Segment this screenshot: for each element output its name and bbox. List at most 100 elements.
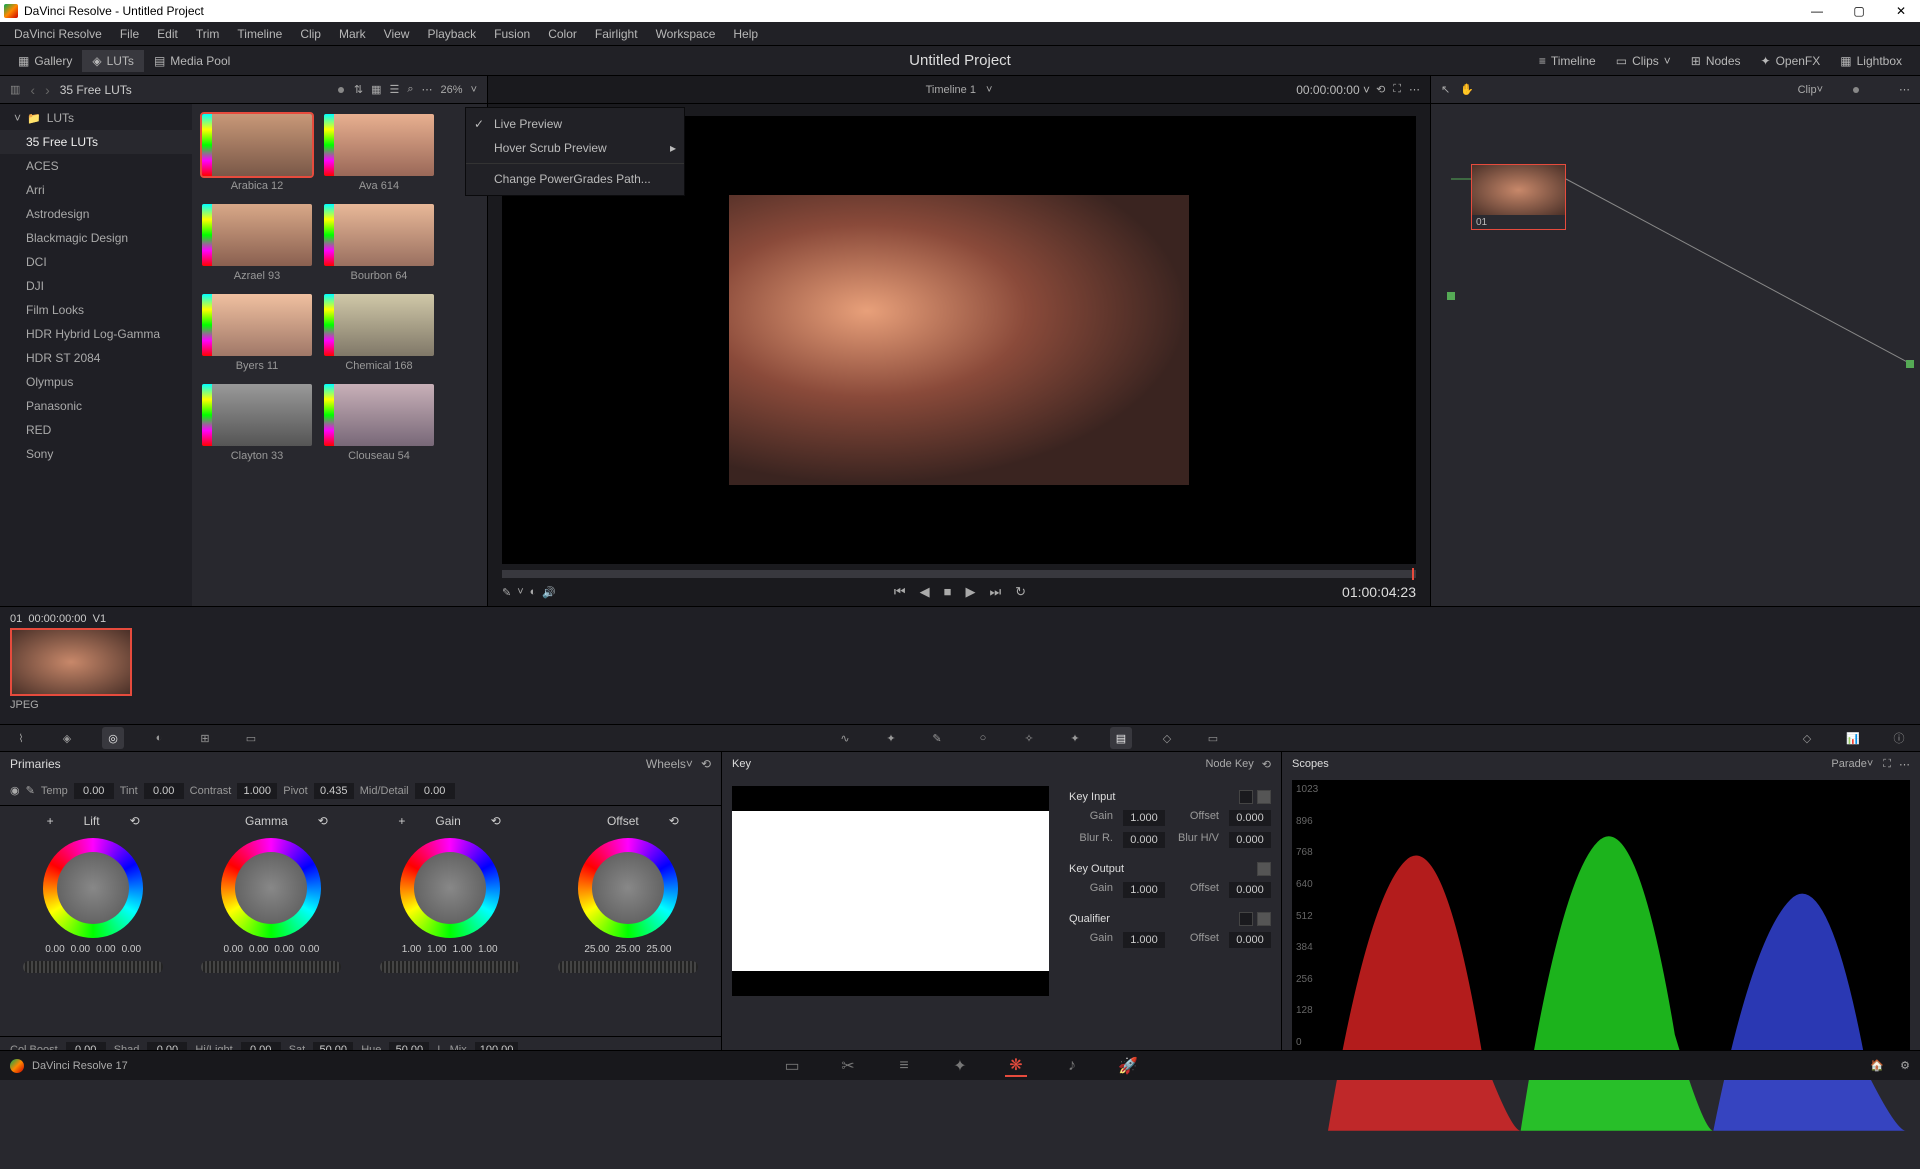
menu-timeline[interactable]: Timeline <box>229 24 290 44</box>
stop-button[interactable]: ■ <box>944 584 952 600</box>
chevron-down-icon[interactable]: ˅ <box>1867 758 1873 770</box>
lut-thumb[interactable] <box>324 114 434 176</box>
qualifier-offset[interactable]: 0.000 <box>1229 932 1271 948</box>
pointer-icon[interactable]: ↖ <box>1441 83 1450 96</box>
nodes-button[interactable]: ⊞Nodes <box>1681 50 1751 72</box>
menu-edit[interactable]: Edit <box>149 24 186 44</box>
chevron-down-icon[interactable]: ˅ <box>1817 84 1823 96</box>
chevron-down-icon[interactable]: ˅ <box>471 84 477 96</box>
tree-item-sony[interactable]: Sony <box>0 442 192 466</box>
close-button[interactable]: ✕ <box>1886 4 1916 18</box>
lift-wheel[interactable] <box>43 838 143 938</box>
keyinput-gain[interactable]: 1.000 <box>1123 810 1165 826</box>
info-icon[interactable]: ⓘ <box>1888 727 1910 749</box>
lut-thumb[interactable] <box>202 114 312 176</box>
reset-icon[interactable]: ⟲ <box>669 814 679 828</box>
back-button[interactable]: ‹ <box>30 82 35 98</box>
invert-toggle[interactable] <box>1257 912 1271 926</box>
tree-item-hdr-hlg[interactable]: HDR Hybrid Log-Gamma <box>0 322 192 346</box>
tree-item-aces[interactable]: ACES <box>0 154 192 178</box>
gamma-wheel[interactable] <box>221 838 321 938</box>
tree-item-bmd[interactable]: Blackmagic Design <box>0 226 192 250</box>
lut-thumb[interactable] <box>202 294 312 356</box>
chevron-down-icon[interactable]: ˅ <box>517 586 523 598</box>
playhead[interactable] <box>1412 568 1414 580</box>
lut-item[interactable]: Byers 11 <box>202 294 312 372</box>
menu-mark[interactable]: Mark <box>331 24 374 44</box>
tint-value[interactable]: 0.00 <box>144 783 184 799</box>
last-frame-button[interactable]: ⏭ <box>989 584 1001 600</box>
keyinput-blurr[interactable]: 0.000 <box>1123 832 1165 848</box>
gamma-values[interactable]: 0.000.000.000.00 <box>223 944 319 955</box>
menu-view[interactable]: View <box>376 24 418 44</box>
reset-icon[interactable]: ⟲ <box>1262 758 1271 771</box>
openfx-button[interactable]: ✦OpenFX <box>1751 50 1831 72</box>
search-icon[interactable]: ⌕ <box>407 83 413 96</box>
tree-item-red[interactable]: RED <box>0 418 192 442</box>
node-input[interactable] <box>1447 292 1455 300</box>
audio-icon[interactable]: 🔊 <box>542 586 556 599</box>
grid-view-icon[interactable]: ▦ <box>371 83 381 96</box>
invert-toggle[interactable] <box>1257 862 1271 876</box>
gamma-jog[interactable] <box>201 961 341 973</box>
timecode-in[interactable]: 00:00:00:00 ˅ <box>1296 83 1370 97</box>
play-button[interactable]: ▶ <box>965 584 975 600</box>
rgb-toggle-icon[interactable]: ◉ <box>10 784 20 797</box>
reset-icon[interactable]: ⟲ <box>318 814 328 828</box>
expand-icon[interactable]: ⛶ <box>1393 83 1401 96</box>
chevron-down-icon[interactable]: ˅ <box>986 84 992 96</box>
fairlight-page-icon[interactable]: ♪ <box>1061 1055 1083 1077</box>
deliver-page-icon[interactable]: 🚀 <box>1117 1055 1139 1077</box>
qualifier-gain[interactable]: 1.000 <box>1123 932 1165 948</box>
hdr-icon[interactable]: ◐ <box>148 727 170 749</box>
lut-thumb[interactable] <box>202 204 312 266</box>
offset-jog[interactable] <box>558 961 698 973</box>
lift-jog[interactable] <box>23 961 163 973</box>
curves-icon[interactable]: ⌇ <box>10 727 32 749</box>
blur-icon[interactable]: ▤ <box>1110 727 1132 749</box>
warper-icon[interactable]: ✦ <box>880 727 902 749</box>
gain-wheel[interactable] <box>400 838 500 938</box>
menu-color[interactable]: Color <box>540 24 585 44</box>
minimize-button[interactable]: — <box>1802 4 1832 18</box>
list-view-icon[interactable]: ☰ <box>389 83 399 96</box>
options-icon[interactable]: ⋯ <box>422 83 433 96</box>
home-icon[interactable]: 🏠 <box>1870 1059 1884 1072</box>
maximize-button[interactable]: ▢ <box>1844 4 1874 18</box>
node-canvas[interactable]: 01 <box>1431 104 1920 606</box>
cut-page-icon[interactable]: ✂ <box>837 1055 859 1077</box>
mode-dropdown[interactable]: Wheels <box>646 757 686 771</box>
node-01[interactable]: 01 <box>1471 164 1566 230</box>
menu-davinci[interactable]: DaVinci Resolve <box>6 24 110 44</box>
sizing-icon[interactable]: ▭ <box>1202 727 1224 749</box>
lut-item[interactable]: Azrael 93 <box>202 204 312 282</box>
options-icon[interactable]: ⋯ <box>1409 83 1420 96</box>
color-page-icon[interactable]: ❋ <box>1005 1055 1027 1077</box>
prev-button[interactable]: ◀ <box>920 584 930 600</box>
menu-clip[interactable]: Clip <box>292 24 329 44</box>
fusion-page-icon[interactable]: ✦ <box>949 1055 971 1077</box>
gain-values[interactable]: 1.001.001.001.00 <box>402 944 498 955</box>
keyoutput-offset[interactable]: 0.000 <box>1229 882 1271 898</box>
scope-canvas[interactable]: 10238967686405123842561280 <box>1292 780 1910 1052</box>
keyinput-blurhv[interactable]: 0.000 <box>1229 832 1271 848</box>
lut-thumb[interactable] <box>324 204 434 266</box>
menu-trim[interactable]: Trim <box>188 24 228 44</box>
menu-file[interactable]: File <box>112 24 147 44</box>
picker-icon[interactable]: ✎ <box>502 586 511 599</box>
primaries-icon[interactable]: ◎ <box>102 727 124 749</box>
motion-icon[interactable]: ▭ <box>240 727 262 749</box>
pivot-value[interactable]: 0.435 <box>314 783 354 799</box>
window-icon[interactable]: ○ <box>972 727 994 749</box>
offset-wheel[interactable] <box>578 838 678 938</box>
gallery-button[interactable]: ▦Gallery <box>8 50 82 72</box>
timeline-button[interactable]: ≡Timeline <box>1529 50 1606 72</box>
contrast-value[interactable]: 1.000 <box>237 783 277 799</box>
tree-item-35free[interactable]: 35 Free LUTs <box>0 130 192 154</box>
gain-jog[interactable] <box>380 961 520 973</box>
tree-item-astro[interactable]: Astrodesign <box>0 202 192 226</box>
node-output[interactable] <box>1906 360 1914 368</box>
expand-icon[interactable]: ⛶ <box>1883 758 1891 771</box>
clip-item[interactable]: 01 00:00:00:00 V1 JPEG <box>10 613 132 718</box>
edit-page-icon[interactable]: ≡ <box>893 1055 915 1077</box>
